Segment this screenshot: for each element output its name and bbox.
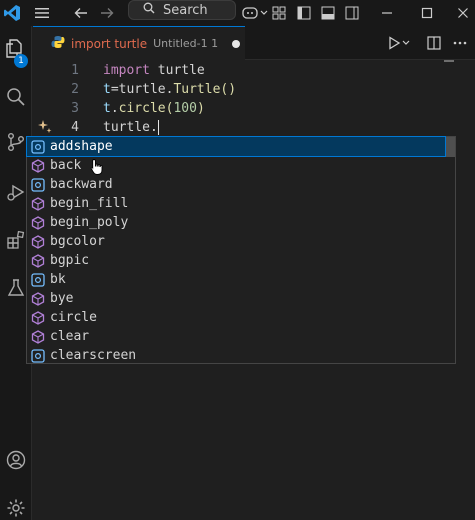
method-symbol-icon: [30, 139, 46, 155]
more-actions-icon[interactable]: [449, 30, 471, 56]
forward-arrow-icon[interactable]: [96, 0, 118, 26]
suggestion-item[interactable]: clearscreen: [27, 346, 445, 365]
function-symbol-icon: [30, 310, 46, 326]
suggestion-label: clearscreen: [50, 348, 137, 363]
unsaved-dot-icon[interactable]: [232, 39, 241, 48]
suggestion-item[interactable]: bgcolor: [27, 232, 445, 251]
tab-label: import turtle: [71, 36, 148, 51]
code-line-active: 4 turtle.: [33, 118, 475, 138]
suggestion-label: addshape: [50, 139, 113, 154]
line-number: 2: [71, 82, 79, 97]
manage-gear-icon[interactable]: [0, 492, 32, 520]
search-view-icon[interactable]: [0, 81, 32, 113]
suggestion-label: bgpic: [50, 253, 90, 268]
suggestion-item[interactable]: bye: [27, 289, 445, 308]
accounts-icon[interactable]: [0, 444, 32, 476]
explorer-badge: 1: [14, 54, 28, 68]
editor-tab-bar: import turtle Untitled-1 1: [33, 26, 475, 60]
function-symbol-icon: [30, 253, 46, 269]
function-symbol-icon: [30, 158, 46, 174]
line-code: t.circle(100): [103, 101, 205, 116]
maximize-icon[interactable]: [412, 0, 442, 26]
line-code: import turtle: [103, 63, 205, 78]
command-center-search[interactable]: Search: [128, 0, 236, 20]
suggestion-label: begin_poly: [50, 215, 129, 230]
explorer-icon[interactable]: 1: [0, 32, 32, 68]
copilot-icon[interactable]: [240, 0, 270, 26]
customize-layout-icon[interactable]: [270, 0, 288, 26]
split-editor-icon[interactable]: [423, 30, 445, 56]
tab-import-turtle[interactable]: import turtle Untitled-1 1: [33, 26, 245, 60]
function-symbol-icon: [30, 234, 46, 250]
suggestion-scrollbar[interactable]: [445, 137, 455, 157]
suggestion-label: begin_fill: [50, 196, 129, 211]
menu-icon[interactable]: [30, 0, 54, 26]
suggestion-item[interactable]: addshape: [26, 136, 446, 157]
title-bar: Search: [0, 0, 475, 26]
code-line: 2 t=turtle.Turtle(): [33, 80, 475, 99]
function-symbol-icon: [30, 196, 46, 212]
suggestion-item[interactable]: bgpic: [27, 251, 445, 270]
run-python-file-icon[interactable]: [385, 30, 415, 56]
method-symbol-icon: [30, 348, 46, 364]
suggestion-item[interactable]: begin_poly: [27, 213, 445, 232]
suggestion-label: back: [50, 158, 82, 173]
line-number: 1: [71, 63, 79, 78]
suggestion-item[interactable]: clear: [27, 327, 445, 346]
search-icon: [143, 2, 155, 18]
suggestion-label: bk: [50, 272, 66, 287]
back-arrow-icon[interactable]: [70, 0, 92, 26]
code-line: 1 import turtle: [33, 61, 475, 80]
function-symbol-icon: [30, 215, 46, 231]
python-file-icon: [51, 35, 65, 52]
toggle-primary-sidebar-icon[interactable]: [294, 0, 314, 26]
method-symbol-icon: [30, 177, 46, 193]
suggestion-label: clear: [50, 329, 90, 344]
line-code: turtle.: [103, 120, 159, 135]
code-line: 3 t.circle(100): [33, 99, 475, 118]
text-cursor: [157, 120, 159, 135]
suggestion-item[interactable]: circle: [27, 308, 445, 327]
function-symbol-icon: [30, 329, 46, 345]
suggestion-item[interactable]: begin_fill: [27, 194, 445, 213]
hand-pointer-icon: [90, 158, 104, 180]
search-label: Search: [163, 2, 208, 18]
line-number: 3: [71, 101, 79, 116]
method-symbol-icon: [30, 272, 46, 288]
minimize-icon[interactable]: [372, 0, 402, 26]
toggle-secondary-sidebar-icon[interactable]: [342, 0, 362, 26]
suggestion-label: bye: [50, 291, 74, 306]
line-code: t=turtle.Turtle(): [103, 82, 237, 97]
line-number: 4: [71, 120, 79, 135]
tab-description: Untitled-1 1: [153, 37, 219, 50]
function-symbol-icon: [30, 291, 46, 307]
suggestion-label: circle: [50, 310, 97, 325]
close-window-icon[interactable]: [450, 0, 475, 26]
suggestion-item[interactable]: bk: [27, 270, 445, 289]
toggle-panel-icon[interactable]: [318, 0, 338, 26]
vscode-logo-icon: [0, 0, 24, 26]
suggestion-label: bgcolor: [50, 234, 105, 249]
